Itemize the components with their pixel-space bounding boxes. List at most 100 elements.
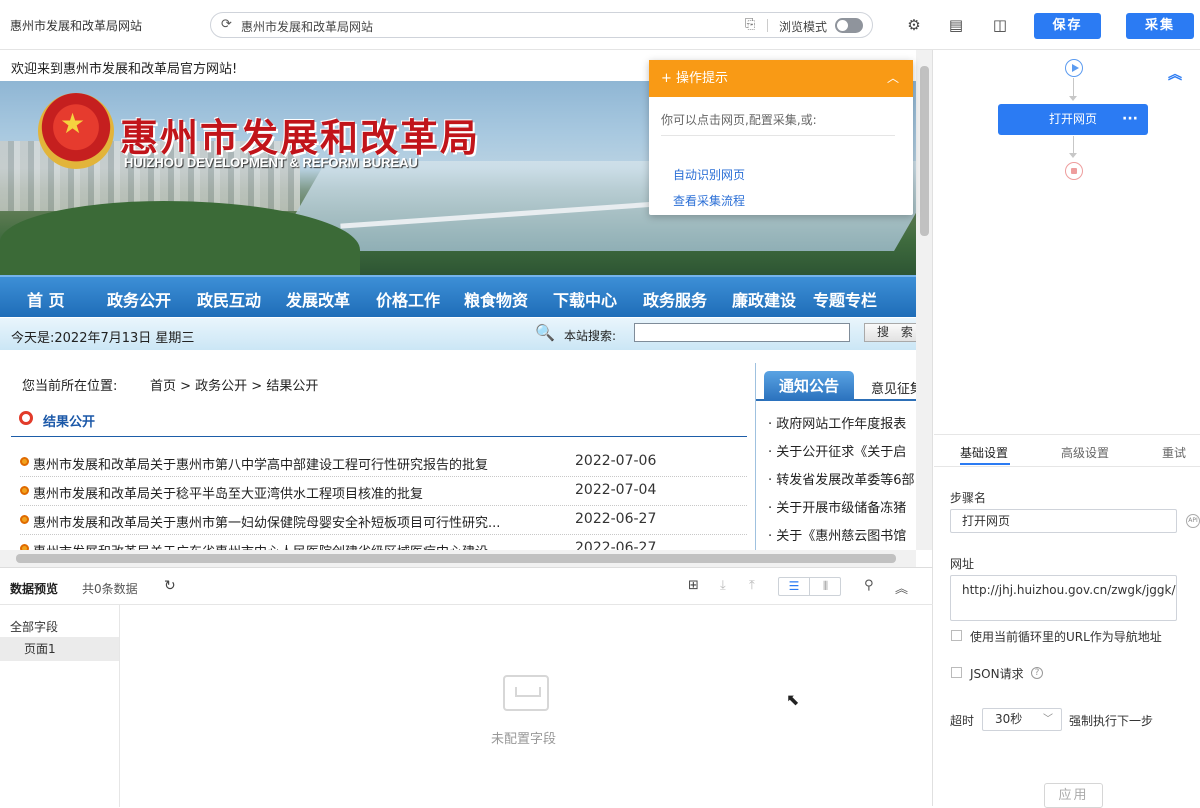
more-icon[interactable]: ··· — [1122, 104, 1138, 135]
empty-state-text: 未配置字段 — [491, 732, 557, 747]
news-row[interactable]: 惠州市发展和改革局关于惠州市第八中学高中部建设工程可行性研究报告的批复 2022… — [20, 448, 747, 477]
site-search-label: 本站搜索: — [564, 329, 617, 343]
news-title[interactable]: 惠州市发展和改革局关于惠州市第一妇幼保健院母婴安全补短板项目可行性研究... — [33, 512, 500, 531]
loop-url-label: 使用当前循环里的URL作为导航地址 — [970, 630, 1162, 644]
site-subtitle: HUIZHOU DEVELOPMENT & REFORM BUREAU — [124, 155, 418, 170]
nav-item[interactable]: 政务服务 — [643, 287, 707, 311]
save-button[interactable]: 保存 — [1034, 13, 1101, 39]
address-text[interactable]: 惠州市发展和改革局网站 — [241, 18, 373, 35]
notice-item[interactable]: · 政府网站工作年度报表 — [768, 413, 906, 432]
collect-button[interactable]: 采集 — [1126, 13, 1194, 39]
url-textarea[interactable]: http://jhj.huizhou.gov.cn/zwgk/jggk/ — [950, 575, 1177, 621]
collapse-icon[interactable]: ︽ — [895, 578, 908, 597]
page-source-icon[interactable]: ⎘ — [745, 17, 755, 32]
nav-item[interactable]: 专题专栏 — [813, 287, 877, 311]
address-bar[interactable]: ⟳ 惠州市发展和改革局网站 ⎘ 浏览模式 — [210, 12, 873, 38]
scroll-thumb[interactable] — [920, 66, 929, 236]
bullet-icon — [20, 486, 29, 495]
news-row[interactable]: 惠州市发展和改革局关于惠州市第一妇幼保健院母婴安全补短板项目可行性研究... 2… — [20, 506, 747, 535]
flow-end-icon[interactable] — [1065, 162, 1083, 180]
browser-viewport[interactable]: 欢迎来到惠州市发展和改革局官方网站! 惠州市发展和改革局 HUIZHOU DEV… — [0, 50, 933, 567]
flow-connector — [1073, 78, 1074, 96]
nav-item[interactable]: 廉政建设 — [732, 287, 796, 311]
tip-message: 你可以点击网页,配置采集,或: — [661, 113, 817, 127]
step-name-input[interactable]: 打开网页 — [950, 509, 1177, 533]
news-title[interactable]: 惠州市发展和改革局关于稔平半岛至大亚湾供水工程项目核准的批复 — [33, 483, 423, 502]
layout-window-icon[interactable]: ◫ — [991, 16, 1009, 34]
window-title: 惠州市发展和改革局网站 — [10, 19, 143, 33]
browse-mode-label: 浏览模式 — [779, 20, 828, 34]
top-toolbar: 惠州市发展和改革局网站 ⟳ 惠州市发展和改革局网站 ⎘ 浏览模式 ⚙ ▤ ◫ 保… — [0, 0, 1200, 50]
chevron-up-icon[interactable]: ︿ — [887, 60, 899, 97]
news-row[interactable]: 惠州市发展和改革局关于稔平半岛至大亚湾供水工程项目核准的批复 2022-07-0… — [20, 477, 747, 506]
magnifier-icon: 🔍 — [535, 323, 555, 342]
notice-item[interactable]: · 转发省发展改革委等6部 — [768, 469, 915, 488]
auto-detect-link[interactable]: 自动识别网页 — [673, 166, 745, 183]
notice-item[interactable]: · 关于公开征求《关于启 — [768, 441, 906, 460]
chevron-down-icon: ﹀ — [1043, 714, 1053, 725]
news-date: 2022-06-27 — [575, 511, 657, 527]
timeout-label: 超时 — [950, 714, 975, 728]
apply-button[interactable]: 应用 — [1044, 783, 1103, 808]
nav-item[interactable]: 政民互动 — [197, 287, 261, 311]
import-icon[interactable]: ⤓ — [720, 578, 726, 593]
data-count: 共0条数据 — [82, 582, 138, 596]
nav-item[interactable]: 政务公开 — [107, 287, 171, 311]
settings-tabs: 基础设置 高级设置 重试 — [934, 435, 1200, 467]
view-flow-link[interactable]: 查看采集流程 — [673, 192, 745, 209]
help-icon[interactable]: ? — [1031, 667, 1043, 679]
list-view-icon[interactable]: ☰ — [779, 578, 810, 595]
tab-notice[interactable]: 通知公告 — [764, 371, 854, 401]
nav-item[interactable]: 价格工作 — [376, 287, 440, 311]
timeout-value: 30秒 — [995, 712, 1023, 726]
tab-retry[interactable]: 重试 — [1162, 444, 1186, 461]
news-title[interactable]: 惠州市发展和改革局关于惠州市第八中学高中部建设工程可行性研究报告的批复 — [33, 454, 488, 473]
data-preview-panel: 数据预览 共0条数据 ↻ ⊞ ⤓ ⤒ ☰ ⦀ ⚲ ︽ 全部字段 页面1 未配置字… — [0, 567, 933, 807]
flow-connector — [1073, 136, 1074, 154]
vertical-scrollbar[interactable] — [916, 50, 932, 550]
divider — [767, 19, 768, 32]
flow-start-icon[interactable] — [1065, 59, 1083, 77]
nav-item-home[interactable]: 首 页 — [27, 287, 65, 311]
notice-item[interactable]: · 关于《惠州慈云图书馆 — [768, 525, 906, 544]
mouse-cursor-icon: ⬉ — [786, 690, 800, 709]
site-title: 惠州市发展和改革局 — [120, 115, 481, 160]
gear-icon[interactable]: ⚙ — [905, 16, 923, 34]
horizontal-scrollbar[interactable] — [0, 550, 916, 567]
nav-item[interactable]: 粮食物资 — [464, 287, 528, 311]
loop-url-checkbox[interactable] — [951, 630, 962, 641]
site-search-button[interactable]: 搜 索 — [864, 323, 920, 342]
page-item[interactable]: 页面1 — [0, 637, 119, 661]
notice-item[interactable]: · 关于开展市级储备冻猪 — [768, 497, 906, 516]
tab-basic-settings[interactable]: 基础设置 — [960, 444, 1008, 461]
export-icon[interactable]: ⤒ — [749, 578, 755, 593]
double-chevron-up-icon[interactable]: ︽ — [1168, 64, 1182, 84]
divider — [661, 135, 895, 136]
all-fields-item[interactable]: 全部字段 — [10, 618, 58, 635]
flow-node-open-page[interactable]: 打开网页 ··· — [998, 104, 1148, 135]
refresh-icon[interactable]: ↻ — [164, 578, 176, 594]
tab-advanced-settings[interactable]: 高级设置 — [1061, 444, 1109, 461]
empty-inbox-icon — [503, 675, 549, 711]
site-search-input[interactable] — [634, 323, 850, 342]
nav-item[interactable]: 下载中心 — [553, 287, 617, 311]
json-request-checkbox[interactable] — [951, 667, 962, 678]
scroll-thumb[interactable] — [16, 554, 896, 563]
add-field-icon[interactable]: ⊞ — [688, 578, 699, 593]
browse-mode-toggle[interactable] — [835, 18, 863, 33]
today-date: 今天是:2022年7月13日 星期三 — [11, 331, 195, 346]
flow-node-label: 打开网页 — [1048, 112, 1097, 126]
filter-icon[interactable]: ⚲ — [864, 578, 874, 593]
national-emblem-icon — [38, 93, 114, 169]
news-date: 2022-07-06 — [575, 453, 657, 469]
section-divider — [11, 436, 747, 437]
news-date: 2022-07-04 — [575, 482, 657, 498]
column-view-icon[interactable]: ⦀ — [810, 578, 841, 595]
tip-title: + 操作提示 — [661, 71, 729, 86]
layout-bottom-icon[interactable]: ▤ — [947, 16, 965, 34]
api-icon[interactable]: API — [1186, 514, 1200, 528]
reload-icon[interactable]: ⟳ — [221, 18, 235, 32]
breadcrumb[interactable]: 首页 > 政务公开 > 结果公开 — [150, 375, 318, 394]
timeout-select[interactable]: 30秒 ﹀ — [982, 708, 1062, 731]
nav-item[interactable]: 发展改革 — [286, 287, 350, 311]
